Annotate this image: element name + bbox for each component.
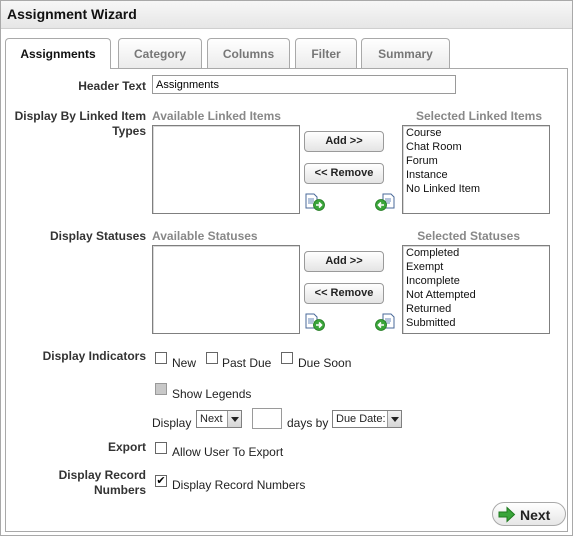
arrow-right-icon — [498, 506, 516, 523]
due-soon-checkbox-label: Due Soon — [298, 356, 352, 370]
display-prefix-label: Display — [152, 416, 192, 430]
available-statuses-list[interactable] — [152, 245, 300, 334]
tab-summary[interactable]: Summary — [361, 38, 450, 68]
header-text-input[interactable] — [152, 75, 456, 94]
selected-statuses-list[interactable]: Completed Exempt Incomplete Not Attempte… — [402, 245, 550, 334]
show-legends-checkbox — [155, 383, 167, 395]
days-input[interactable] — [252, 408, 282, 429]
past-due-checkbox[interactable] — [206, 352, 218, 364]
due-soon-checkbox[interactable] — [281, 352, 293, 364]
assignment-wizard-window: Assignment Wizard Assignments Category C… — [0, 0, 573, 536]
document-arrow-left-icon[interactable] — [374, 193, 396, 211]
add-status-button[interactable]: Add >> — [304, 251, 384, 272]
available-statuses-title: Available Statuses — [152, 229, 258, 243]
display-statuses-label: Display Statuses — [49, 229, 146, 243]
selected-linked-items-list[interactable]: Course Chat Room Forum Instance No Linke… — [402, 125, 550, 214]
new-checkbox[interactable] — [155, 352, 167, 364]
display-indicators-label: Display Indicators — [42, 349, 146, 363]
list-item[interactable]: Course — [403, 126, 549, 140]
available-linked-items-list[interactable] — [152, 125, 300, 214]
display-record-numbers-label: Display Record Numbers — [58, 468, 146, 497]
chevron-down-icon — [387, 411, 401, 427]
past-due-checkbox-label: Past Due — [222, 356, 272, 370]
tab-columns[interactable]: Columns — [207, 38, 290, 68]
available-linked-items-title: Available Linked Items — [152, 109, 281, 123]
tab-category[interactable]: Category — [118, 38, 202, 68]
list-item[interactable]: Returned — [403, 302, 549, 316]
list-item[interactable]: No Linked Item — [403, 182, 549, 196]
list-item[interactable]: Instance — [403, 168, 549, 182]
next-select[interactable]: Next — [196, 410, 242, 428]
allow-export-label: Allow User To Export — [172, 445, 284, 459]
selected-statuses-title: Selected Statuses — [417, 229, 520, 243]
next-button-label: Next — [520, 507, 551, 523]
remove-linked-item-button[interactable]: << Remove — [304, 163, 384, 184]
header-text-label: Header Text — [78, 79, 146, 93]
linked-item-types-label: Display By Linked Item Types — [14, 109, 146, 138]
document-arrow-right-icon[interactable] — [304, 313, 326, 331]
selected-linked-items-title: Selected Linked Items — [415, 109, 542, 123]
next-select-value: Next — [200, 413, 223, 425]
document-arrow-left-icon[interactable] — [374, 313, 396, 331]
display-record-numbers-checkbox[interactable]: ✔ — [155, 475, 167, 487]
list-item[interactable]: Submitted — [403, 316, 549, 330]
title-bar: Assignment Wizard — [1, 1, 572, 29]
next-button[interactable]: Next — [492, 502, 566, 526]
show-legends-label: Show Legends — [172, 387, 252, 401]
tab-assignments[interactable]: Assignments — [5, 38, 111, 69]
date-field-select-value: Due Date: — [336, 413, 386, 425]
days-by-label: days by — [287, 416, 329, 430]
list-item[interactable]: Chat Room — [403, 140, 549, 154]
display-record-numbers-option-label: Display Record Numbers — [172, 478, 306, 492]
remove-status-button[interactable]: << Remove — [304, 283, 384, 304]
list-item[interactable]: Exempt — [403, 260, 549, 274]
allow-export-checkbox[interactable] — [155, 442, 167, 454]
chevron-down-icon — [227, 411, 241, 427]
list-item[interactable]: Incomplete — [403, 274, 549, 288]
list-item[interactable]: Forum — [403, 154, 549, 168]
list-item[interactable]: Not Attempted — [403, 288, 549, 302]
window-title: Assignment Wizard — [7, 6, 137, 22]
new-checkbox-label: New — [172, 356, 197, 370]
assignments-panel: Header Text Display By Linked Item Types… — [5, 68, 568, 532]
tab-filter[interactable]: Filter — [295, 38, 357, 68]
add-linked-item-button[interactable]: Add >> — [304, 131, 384, 152]
export-label: Export — [107, 440, 146, 454]
list-item[interactable]: Completed — [403, 246, 549, 260]
date-field-select[interactable]: Due Date: — [332, 410, 402, 428]
document-arrow-right-icon[interactable] — [304, 193, 326, 211]
